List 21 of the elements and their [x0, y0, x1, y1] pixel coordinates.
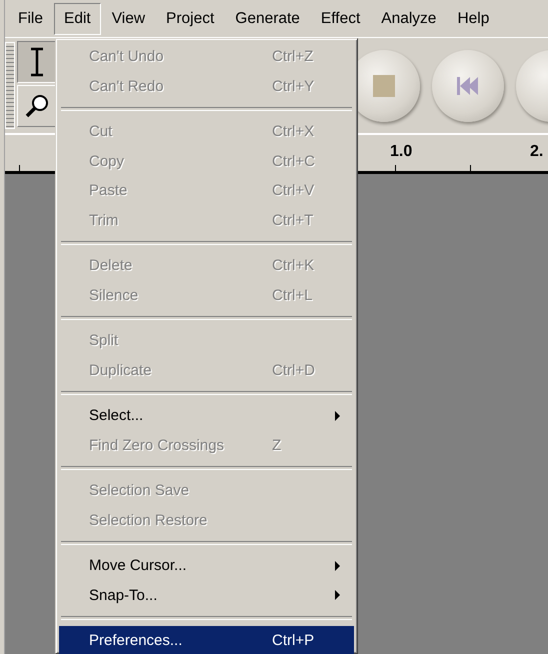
menu-bar-item[interactable]: Help: [447, 2, 500, 34]
magnifier-icon: [24, 93, 50, 119]
menu-bar-item[interactable]: File: [8, 2, 53, 34]
menu-item[interactable]: Snap-To...: [59, 580, 354, 610]
ruler-label: 1.0: [390, 143, 412, 161]
menu-item[interactable]: Preferences... Ctrl+P: [59, 626, 354, 654]
zoom-tool-button[interactable]: [17, 85, 57, 127]
ruler-label: 2.: [530, 143, 544, 161]
toolbar-grip[interactable]: [5, 42, 15, 129]
menu-bar-item[interactable]: Effect: [310, 2, 370, 34]
i-beam-icon: [29, 47, 45, 77]
menu-bar-item[interactable]: Edit: [54, 2, 101, 34]
stop-icon: [373, 74, 395, 96]
skip-to-start-icon: [457, 76, 479, 94]
menu-bar-item[interactable]: Generate: [225, 2, 310, 34]
menu-bar-item[interactable]: Analyze: [371, 2, 446, 34]
menu-item[interactable]: Select...: [59, 401, 354, 430]
menu-bar-item[interactable]: Project: [156, 2, 224, 34]
menu-bar-item[interactable]: View: [102, 2, 156, 34]
menu-item[interactable]: Move Cursor...: [59, 551, 354, 580]
selection-tool-button[interactable]: [17, 41, 57, 83]
